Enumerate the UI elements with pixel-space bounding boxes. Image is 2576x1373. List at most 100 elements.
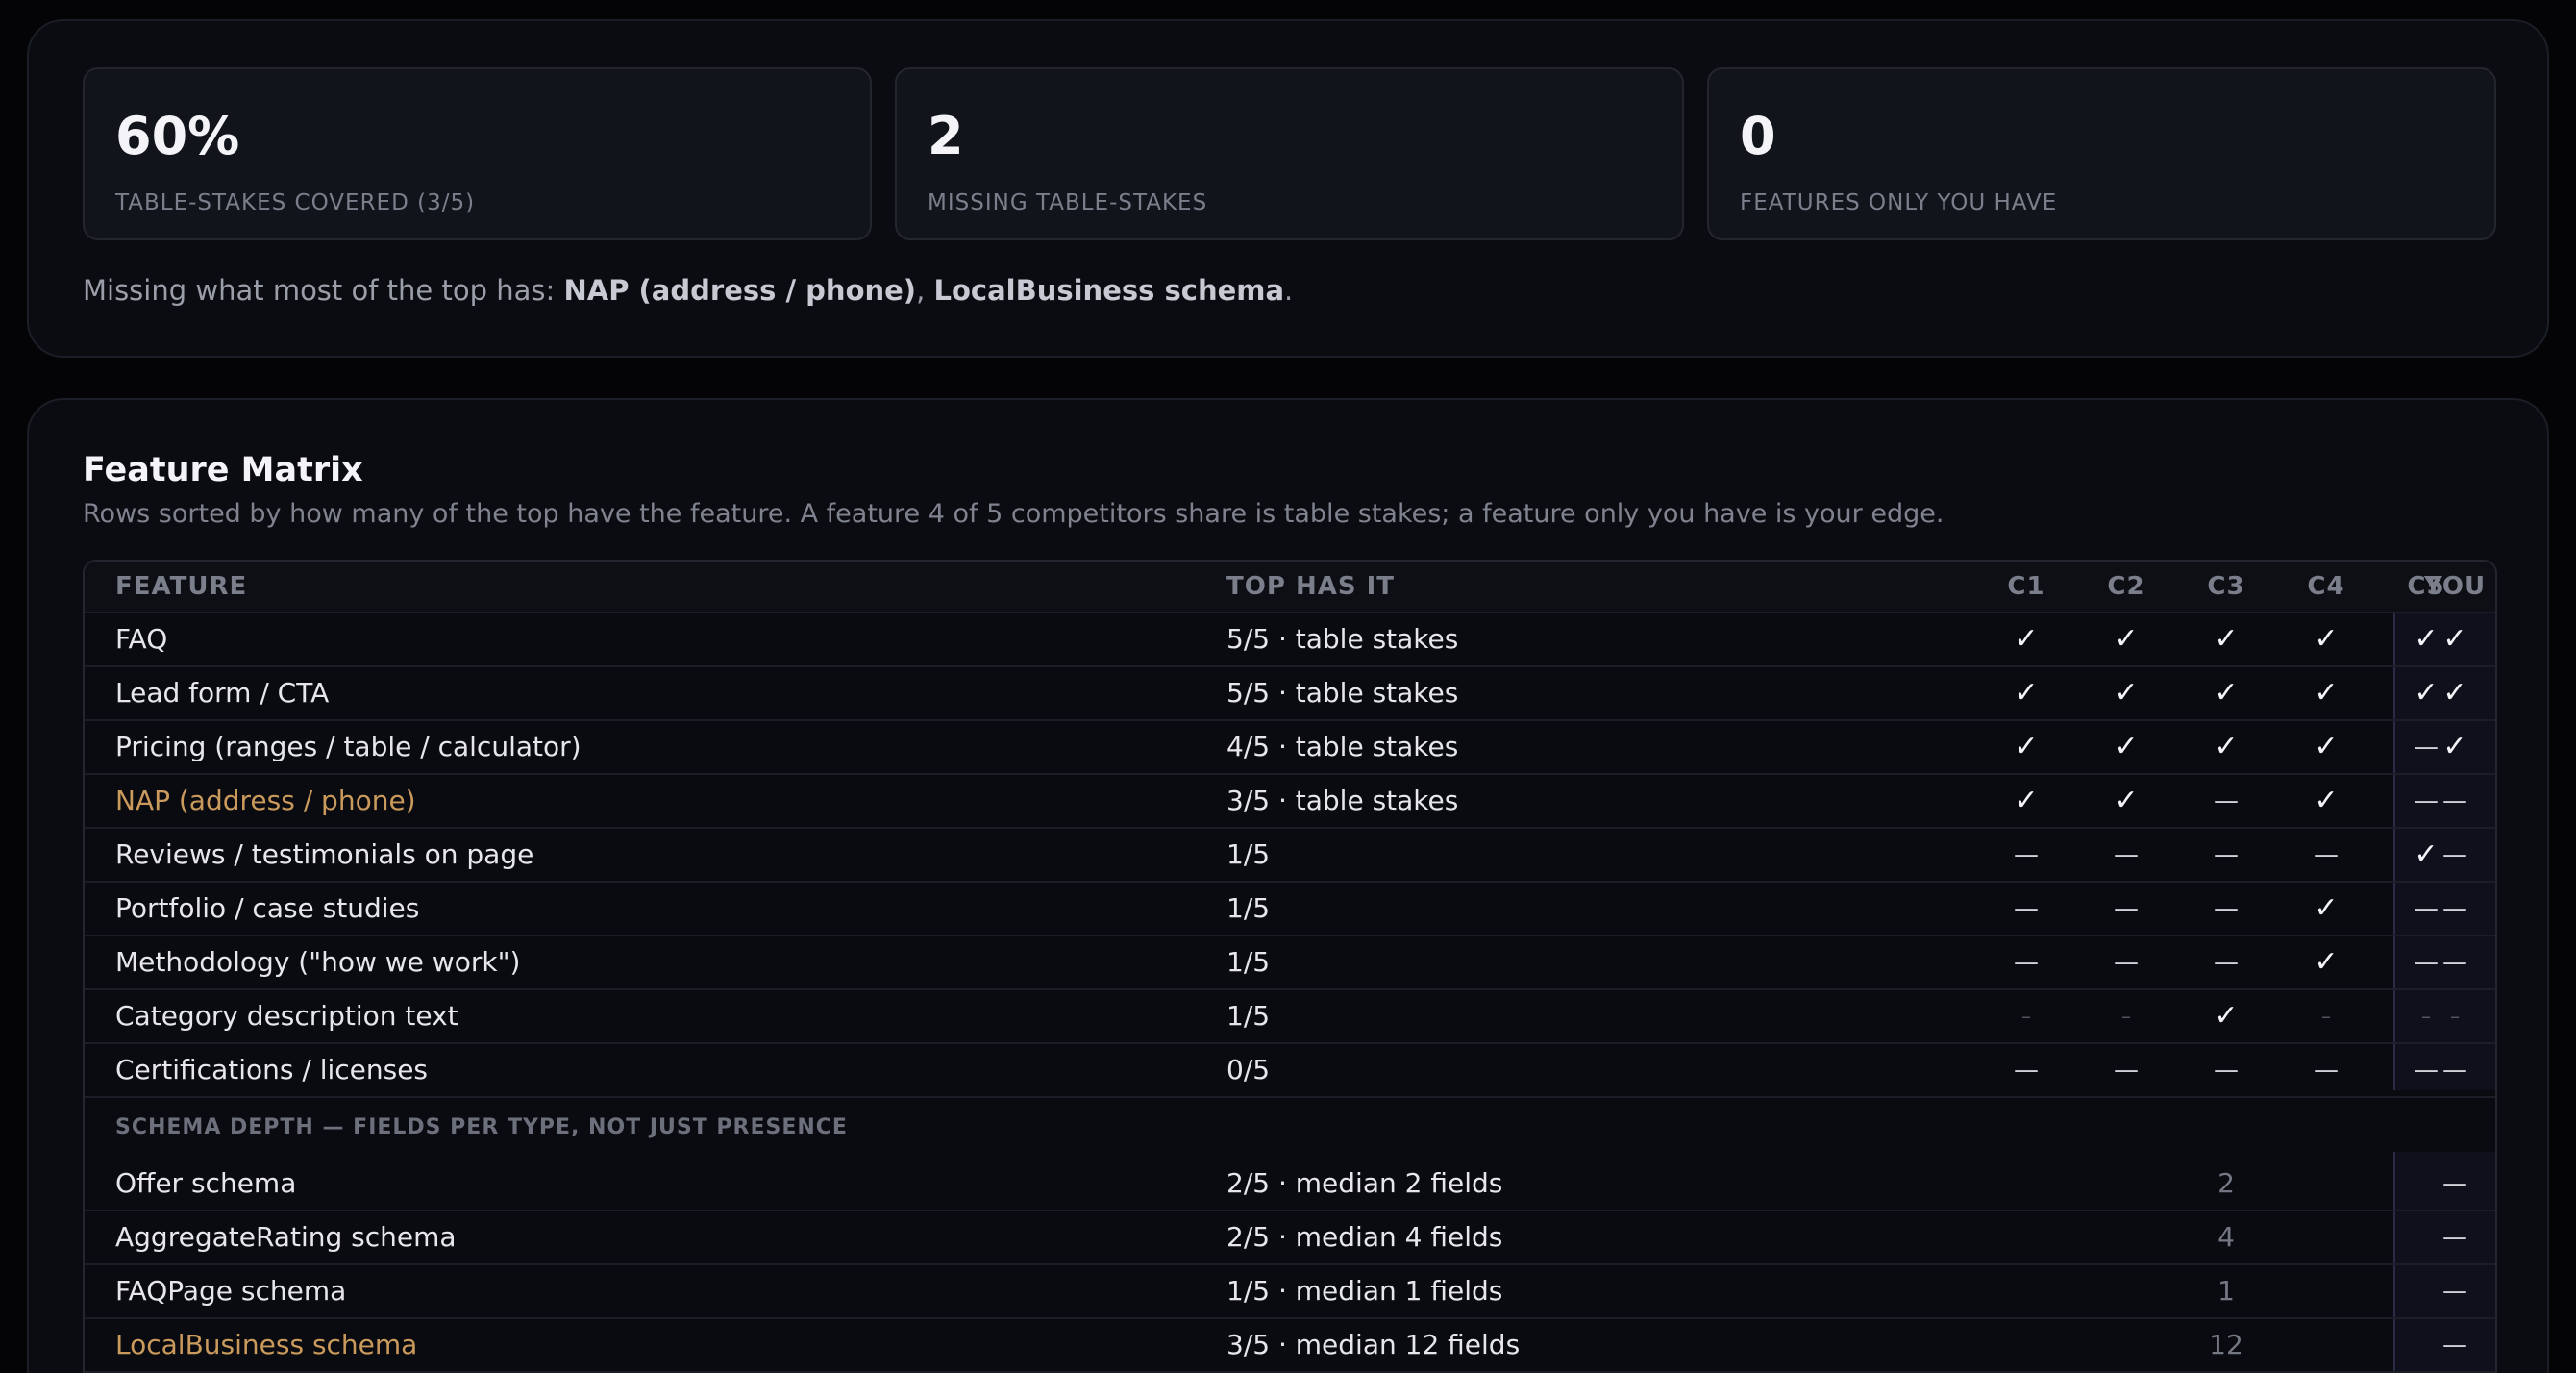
table-row: Pricing (ranges / table / calculator) 4/5… bbox=[85, 721, 2495, 775]
dash-icon: — bbox=[2442, 786, 2467, 815]
check-icon: ✓ bbox=[2442, 676, 2467, 710]
check-icon: ✓ bbox=[2442, 730, 2467, 763]
check-icon: ✓ bbox=[2014, 622, 2039, 656]
schema-row: FAQPage schema 1/5 · median 1 fields 1 — bbox=[85, 1265, 2495, 1319]
feature-name: Category description text bbox=[115, 1000, 458, 1032]
stat-label: MISSING TABLE-STAKES bbox=[928, 190, 1208, 215]
dash-icon: — bbox=[2442, 948, 2467, 977]
check-icon: ✓ bbox=[2114, 622, 2139, 656]
check-icon: ✓ bbox=[2214, 676, 2239, 710]
feature-name: Reviews / testimonials on page bbox=[115, 838, 534, 870]
top-has-it: 5/5 · table stakes bbox=[1226, 677, 1459, 709]
feature-name: FAQ bbox=[115, 623, 168, 655]
schema-row: Offer schema 2/5 · median 2 fields 2 — bbox=[85, 1158, 2495, 1211]
dash-icon: — bbox=[2114, 840, 2139, 869]
check-icon: ✓ bbox=[2314, 676, 2339, 710]
check-icon: ✓ bbox=[2214, 999, 2239, 1033]
dash-icon: — bbox=[2214, 786, 2239, 815]
check-icon: ✓ bbox=[2114, 730, 2139, 763]
check-icon: ✓ bbox=[2014, 730, 2039, 763]
stat-value: 2 bbox=[928, 106, 964, 166]
dash-icon: – bbox=[2450, 1005, 2460, 1028]
check-icon: ✓ bbox=[2114, 676, 2139, 710]
table-row: Certifications / licenses 0/5— — — — — — bbox=[85, 1044, 2495, 1098]
matrix-subtitle: Rows sorted by how many of the top have … bbox=[83, 499, 1944, 529]
top-has-it: 3/5 · table stakes bbox=[1226, 785, 1459, 816]
table-row: Lead form / CTA 5/5 · table stakes ✓ ✓ ✓ ✓ ✓ ✓ bbox=[85, 667, 2495, 721]
schema-median: 3/5 · median 12 fields bbox=[1226, 1329, 1521, 1361]
table-row: Methodology ("how we work") 1/5— — — ✓ — — bbox=[85, 936, 2495, 990]
check-icon: ✓ bbox=[2442, 622, 2467, 656]
schema-median: 2/5 · median 4 fields bbox=[1226, 1221, 1503, 1253]
top-has-it: 1/5 bbox=[1226, 892, 1271, 924]
top-has-it: 1/5 bbox=[1226, 838, 1271, 870]
missing-prefix: Missing what most of the top has: bbox=[83, 274, 556, 307]
stat-value: 60% bbox=[115, 106, 240, 166]
header-c3: C3 bbox=[2207, 572, 2245, 601]
dash-icon: – bbox=[2321, 1005, 2331, 1028]
top-has-it: 1/5 bbox=[1226, 946, 1271, 978]
check-icon: ✓ bbox=[2214, 622, 2239, 656]
missing-item: LocalBusiness schema bbox=[933, 274, 1285, 307]
dash-icon: — bbox=[2442, 1169, 2467, 1198]
dash-icon: — bbox=[2014, 894, 2039, 923]
check-icon: ✓ bbox=[2314, 891, 2339, 925]
stat-cards: 60% TABLE-STAKES COVERED (3/5) 2 MISSING… bbox=[83, 67, 2496, 240]
dash-icon: — bbox=[2214, 894, 2239, 923]
dash-icon: — bbox=[2314, 1056, 2339, 1085]
dash-icon: — bbox=[2114, 948, 2139, 977]
check-icon: ✓ bbox=[2114, 784, 2139, 817]
schema-field-count: 1 bbox=[2217, 1275, 2235, 1307]
table-row: Portfolio / case studies 1/5— — — ✓ — — bbox=[85, 883, 2495, 936]
header-c1: C1 bbox=[2007, 572, 2045, 601]
feature-name: Portfolio / case studies bbox=[115, 892, 420, 924]
dash-icon: — bbox=[2442, 894, 2467, 923]
missing-summary-text: Missing what most of the top has: NAP (a… bbox=[83, 271, 1293, 310]
header-top-has-it: TOP HAS IT bbox=[1226, 572, 1396, 601]
stat-label: FEATURES ONLY YOU HAVE bbox=[1740, 190, 2058, 215]
schema-median: 2/5 · median 2 fields bbox=[1226, 1167, 1503, 1199]
schema-section-label: SCHEMA DEPTH — FIELDS PER TYPE, NOT JUST… bbox=[115, 1115, 848, 1139]
feature-matrix-panel: Feature Matrix Rows sorted by how many o… bbox=[27, 398, 2549, 1373]
schema-row: LocalBusiness schema 3/5 · median 12 fiel… bbox=[85, 1319, 2495, 1373]
stat-card-features-only-you: 0 FEATURES ONLY YOU HAVE bbox=[1707, 67, 2496, 240]
schema-field-count: 2 bbox=[2217, 1167, 2235, 1199]
dash-icon: – bbox=[2121, 1005, 2131, 1028]
top-has-it: 5/5 · table stakes bbox=[1226, 623, 1459, 655]
table-row: Reviews / testimonials on page 1/5— — — — ✓ — bbox=[85, 829, 2495, 883]
check-icon: ✓ bbox=[2314, 784, 2339, 817]
feature-name: Pricing (ranges / table / calculator) bbox=[115, 731, 582, 762]
feature-name: NAP (address / phone) bbox=[115, 785, 416, 816]
check-icon: ✓ bbox=[2014, 784, 2039, 817]
dash-icon: — bbox=[2114, 1056, 2139, 1085]
check-icon: ✓ bbox=[2214, 730, 2239, 763]
schema-name: AggregateRating schema bbox=[115, 1221, 457, 1253]
check-icon: ✓ bbox=[2014, 676, 2039, 710]
stat-label: TABLE-STAKES COVERED (3/5) bbox=[115, 190, 476, 215]
missing-separator: , bbox=[916, 274, 934, 307]
schema-field-count: 12 bbox=[2209, 1329, 2243, 1361]
check-icon: ✓ bbox=[2314, 945, 2339, 979]
schema-name: Offer schema bbox=[115, 1167, 297, 1199]
dash-icon: — bbox=[2442, 1223, 2467, 1252]
stat-card-missing-table-stakes: 2 MISSING TABLE-STAKES bbox=[895, 67, 1684, 240]
schema-section-header: SCHEMA DEPTH — FIELDS PER TYPE, NOT JUST… bbox=[85, 1090, 2495, 1152]
check-icon: ✓ bbox=[2314, 730, 2339, 763]
dash-icon: — bbox=[2114, 894, 2139, 923]
feature-name: Certifications / licenses bbox=[115, 1054, 429, 1086]
top-has-it: 0/5 bbox=[1226, 1054, 1271, 1086]
check-icon: ✓ bbox=[2314, 622, 2339, 656]
matrix-title: Feature Matrix bbox=[83, 451, 363, 489]
schema-field-count: 4 bbox=[2217, 1221, 2235, 1253]
stat-card-table-stakes-covered: 60% TABLE-STAKES COVERED (3/5) bbox=[83, 67, 872, 240]
table-row: Category description text 1/5– – ✓ – – – bbox=[85, 990, 2495, 1044]
top-has-it: 4/5 · table stakes bbox=[1226, 731, 1459, 762]
header-you: YOU bbox=[2423, 572, 2487, 601]
summary-panel: 60% TABLE-STAKES COVERED (3/5) 2 MISSING… bbox=[27, 19, 2549, 358]
table-header-row: FEATURE TOP HAS IT C1 C2 C3 C4 C5 YOU bbox=[85, 562, 2495, 613]
dash-icon: — bbox=[2014, 840, 2039, 869]
dash-icon: — bbox=[2214, 840, 2239, 869]
feature-name: Methodology ("how we work") bbox=[115, 946, 521, 978]
missing-item: NAP (address / phone) bbox=[563, 274, 917, 307]
dash-icon: — bbox=[2014, 1056, 2039, 1085]
